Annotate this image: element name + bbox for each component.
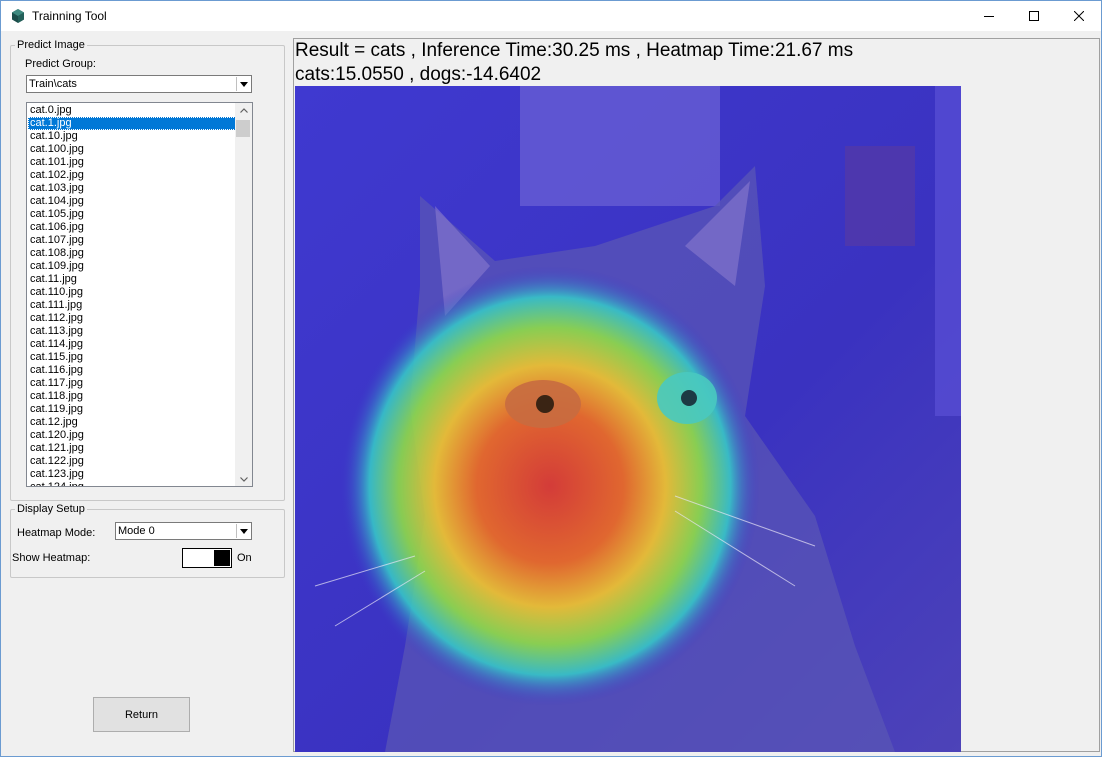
display-setup-group — [10, 509, 285, 578]
heatmap-image — [295, 86, 961, 752]
close-button[interactable] — [1056, 1, 1102, 31]
list-item[interactable]: cat.121.jpg — [28, 442, 236, 455]
list-item[interactable]: cat.0.jpg — [28, 104, 236, 117]
return-button[interactable]: Return — [93, 697, 190, 732]
image-file-list[interactable]: cat.0.jpg cat.1.jpg cat.10.jpg cat.100.jpg c… — [26, 102, 253, 487]
list-item[interactable]: cat.115.jpg — [28, 351, 236, 364]
display-setup-group-label: Display Setup — [15, 503, 87, 515]
list-item[interactable]: cat.10.jpg — [28, 130, 236, 143]
maximize-icon — [1029, 11, 1039, 21]
list-item[interactable]: cat.119.jpg — [28, 403, 236, 416]
list-item[interactable]: cat.100.jpg — [28, 143, 236, 156]
list-item[interactable]: cat.103.jpg — [28, 182, 236, 195]
toggle-knob — [214, 550, 230, 566]
list-item[interactable]: cat.104.jpg — [28, 195, 236, 208]
list-item[interactable]: cat.118.jpg — [28, 390, 236, 403]
list-item[interactable]: cat.116.jpg — [28, 364, 236, 377]
minimize-icon — [984, 16, 994, 17]
app-icon — [12, 9, 24, 23]
heatmap-mode-select[interactable]: Mode 0 — [115, 522, 252, 540]
predict-group-label: Predict Group: — [25, 58, 96, 70]
list-item[interactable]: cat.114.jpg — [28, 338, 236, 351]
list-item[interactable]: cat.117.jpg — [28, 377, 236, 390]
file-list-items: cat.0.jpg cat.1.jpg cat.10.jpg cat.100.jpg c… — [28, 104, 236, 486]
show-heatmap-state: On — [237, 552, 252, 564]
title-bar[interactable]: Trainning Tool — [1, 1, 1101, 31]
result-scores: cats:15.0550 , dogs:-14.6402 — [295, 64, 542, 85]
minimize-button[interactable] — [966, 1, 1012, 31]
close-icon — [1074, 11, 1084, 21]
show-heatmap-toggle[interactable] — [182, 548, 232, 568]
list-item[interactable]: cat.11.jpg — [28, 273, 236, 286]
scroll-down-icon[interactable] — [235, 472, 252, 486]
heatmap-mode-label: Heatmap Mode: — [17, 527, 96, 539]
predict-group-select[interactable]: Train\cats — [26, 75, 252, 93]
list-item[interactable]: cat.113.jpg — [28, 325, 236, 338]
list-item[interactable]: cat.108.jpg — [28, 247, 236, 260]
list-item[interactable]: cat.101.jpg — [28, 156, 236, 169]
list-item[interactable]: cat.106.jpg — [28, 221, 236, 234]
list-item[interactable]: cat.123.jpg — [28, 468, 236, 481]
list-item[interactable]: cat.105.jpg — [28, 208, 236, 221]
maximize-button[interactable] — [1011, 1, 1057, 31]
list-item[interactable]: cat.111.jpg — [28, 299, 236, 312]
chevron-down-icon[interactable] — [236, 77, 250, 91]
list-item[interactable]: cat.107.jpg — [28, 234, 236, 247]
list-item[interactable]: cat.110.jpg — [28, 286, 236, 299]
window-title: Trainning Tool — [32, 9, 107, 23]
scroll-up-icon[interactable] — [235, 103, 252, 117]
list-item[interactable]: cat.109.jpg — [28, 260, 236, 273]
list-item[interactable]: cat.122.jpg — [28, 455, 236, 468]
predict-image-group-label: Predict Image — [15, 39, 87, 51]
result-summary: Result = cats , Inference Time:30.25 ms … — [295, 40, 854, 61]
list-item[interactable]: cat.112.jpg — [28, 312, 236, 325]
app-window: Trainning Tool Predict Image Predict Gro… — [0, 0, 1102, 757]
list-item[interactable]: cat.124.jpg — [28, 481, 236, 486]
heatmap-mode-value: Mode 0 — [118, 525, 155, 537]
show-heatmap-label: Show Heatmap: — [12, 552, 91, 564]
list-item[interactable]: cat.12.jpg — [28, 416, 236, 429]
cat-heatmap-overlay — [295, 86, 961, 752]
chevron-down-icon[interactable] — [236, 524, 250, 538]
file-list-scrollbar[interactable] — [235, 103, 252, 486]
list-item[interactable]: cat.120.jpg — [28, 429, 236, 442]
scroll-thumb[interactable] — [236, 120, 250, 137]
list-item[interactable]: cat.1.jpg — [28, 117, 236, 130]
predict-group-value: Train\cats — [29, 78, 77, 90]
list-item[interactable]: cat.102.jpg — [28, 169, 236, 182]
